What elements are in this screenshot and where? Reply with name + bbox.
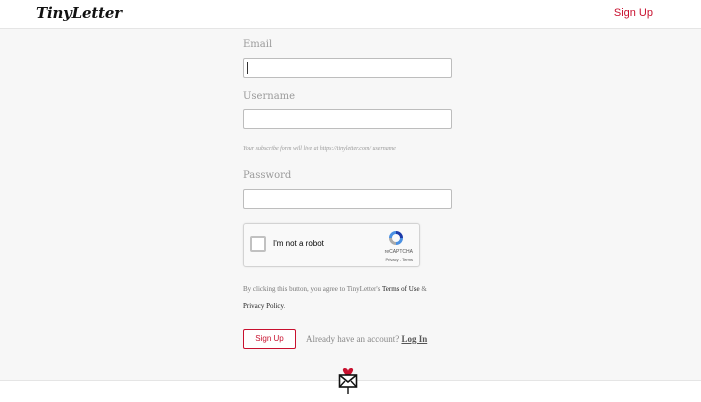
login-prompt: Already have an account? Log In (306, 334, 427, 344)
password-field[interactable] (243, 189, 452, 209)
recaptcha-widget: I'm not a robot reCAPTCHA Privacy - Term… (243, 223, 420, 267)
terms-suffix: . (283, 302, 286, 310)
footer (0, 368, 701, 402)
terms-prefix: By clicking this button, you agree to Ti… (243, 285, 382, 293)
login-link[interactable]: Log In (401, 334, 427, 344)
privacy-policy-link[interactable]: Privacy Policy (243, 302, 284, 310)
already-have-account-text: Already have an account? (306, 334, 400, 344)
username-label: Username (243, 91, 296, 102)
username-hint: Your subscribe form will live at https:/… (243, 146, 396, 152)
header-signup-link[interactable]: Sign Up (614, 7, 653, 19)
signup-button[interactable]: Sign Up (243, 329, 296, 349)
recaptcha-links[interactable]: Privacy - Terms (386, 257, 413, 262)
terms-text: By clicking this button, you agree to Ti… (243, 281, 463, 315)
terms-of-use-link[interactable]: Terms of Use (382, 285, 420, 293)
username-field[interactable] (243, 109, 452, 129)
email-label: Email (243, 39, 273, 50)
recaptcha-checkbox[interactable] (250, 236, 266, 252)
password-label: Password (243, 170, 292, 181)
text-caret (247, 62, 248, 74)
top-bar: TinyLetter Sign Up (0, 0, 701, 29)
tinyletter-logo[interactable]: TinyLetter (36, 4, 122, 22)
envelope-heart-icon (338, 368, 358, 394)
email-field[interactable] (243, 58, 452, 78)
recaptcha-brand: reCAPTCHA (384, 249, 413, 255)
recaptcha-label: I'm not a robot (273, 239, 324, 248)
terms-and: & (419, 285, 427, 293)
signup-form-area: Email Username Your subscribe form will … (0, 29, 701, 380)
recaptcha-logo-icon (389, 231, 403, 245)
